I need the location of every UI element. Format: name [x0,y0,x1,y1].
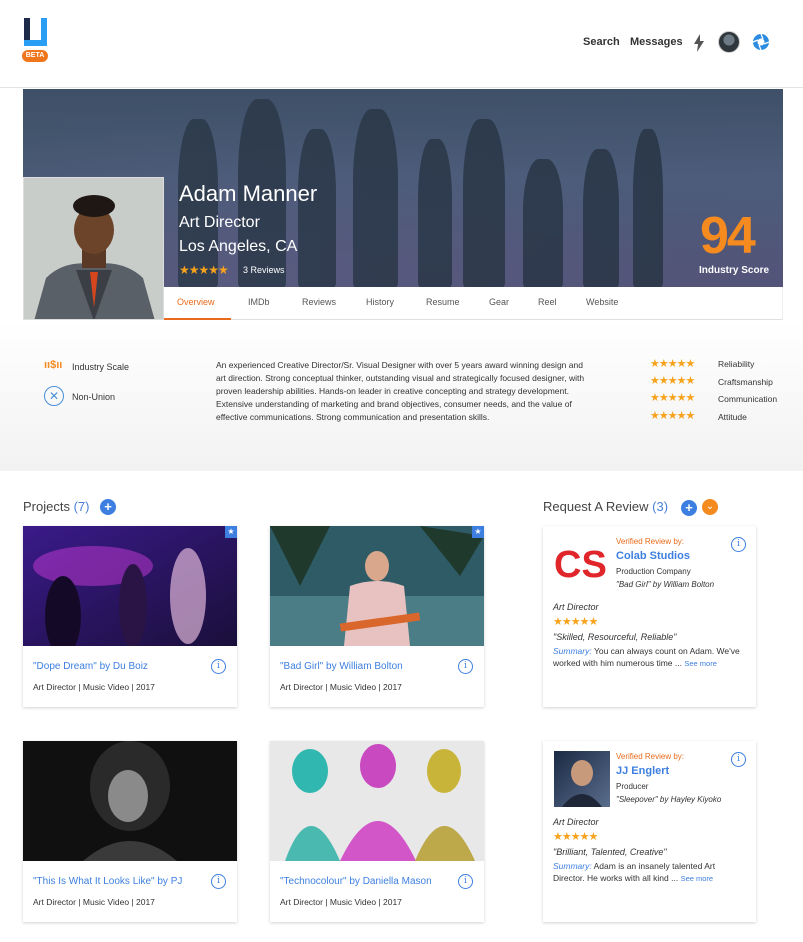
profile-tabs: Overview IMDb Reviews History Resume Gea… [164,287,783,320]
featured-star-icon: ★ [472,526,484,538]
request-review-heading-text: Request A Review [543,499,649,514]
reviewer-photo [554,751,610,807]
union-status-label: Non-Union [72,392,116,402]
reviewed-position: Art Director [553,817,599,827]
project-title-link[interactable]: "This Is What It Looks Like" by PJ [33,876,182,887]
reviewer-name-link[interactable]: JJ Englert [616,765,669,777]
review-summary: Summary: Adam is an insanely talented Ar… [553,860,748,885]
project-thumbnail[interactable]: ★ [270,526,484,646]
project-card[interactable]: "This Is What It Looks Like" by PJ Art D… [23,741,237,922]
profile-reviews-count[interactable]: 3 Reviews [243,265,285,275]
project-title-link[interactable]: "Technocolour" by Daniella Mason [280,876,432,887]
tab-website[interactable]: Website [586,297,618,307]
craftsmanship-label: Craftsmanship [718,377,773,387]
info-icon[interactable]: i [211,659,226,674]
add-review-button[interactable]: + [681,500,697,516]
colab-studios-logo: CS [554,544,606,583]
summary-label: Summary: [553,646,592,656]
project-thumbnail[interactable]: ★ [23,526,237,646]
nav-search-link[interactable]: Search [583,36,620,48]
communication-stars: ★★★★★ [650,392,695,404]
info-icon[interactable]: i [458,659,473,674]
request-review-heading: Request A Review (3) [543,499,668,514]
info-icon[interactable]: i [731,537,746,552]
reviewer-role: Production Company [616,567,691,576]
non-union-icon: ✕ [44,386,64,406]
svg-text:CS: CS [554,544,606,583]
add-project-button[interactable]: + [100,499,116,515]
review-summary: Summary: You can always count on Adam. W… [553,645,748,670]
review-quote: "Brilliant, Talented, Creative" [553,847,667,857]
industry-score-label: Industry Score [699,265,770,276]
see-more-link[interactable]: See more [681,874,714,883]
reviewer-name-link[interactable]: Colab Studios [616,550,690,562]
attitude-label: Attitude [718,412,747,422]
review-stars: ★★★★★ [553,831,598,843]
tab-resume[interactable]: Resume [426,297,460,307]
beta-badge: BETA [22,50,48,62]
info-icon[interactable]: i [731,752,746,767]
reviewed-project: "Bad Girl" by William Bolton [616,580,715,589]
summary-label: Summary: [553,861,592,871]
review-card: CS Verified Review by: Colab Studios Pro… [543,526,756,707]
attitude-stars: ★★★★★ [650,410,695,422]
industry-scale-label: Industry Scale [72,362,130,372]
user-avatar[interactable] [718,31,740,53]
tab-reel[interactable]: Reel [538,297,557,307]
project-meta: Art Director | Music Video | 2017 [33,897,155,907]
aperture-icon[interactable] [752,33,770,51]
review-stars: ★★★★★ [553,616,598,628]
info-icon[interactable]: i [458,874,473,889]
industry-scale-icon: ıı$ıı [44,359,63,371]
industry-score-value: 94 [700,207,756,265]
nav-messages-link[interactable]: Messages [630,36,683,48]
active-tab-indicator [164,318,231,320]
project-meta: Art Director | Music Video | 2017 [280,897,402,907]
project-title-link[interactable]: "Dope Dream" by Du Boiz [33,661,148,672]
app-logo[interactable]: BETA [22,18,48,62]
project-meta: Art Director | Music Video | 2017 [280,682,402,692]
tab-reviews[interactable]: Reviews [302,297,336,307]
top-navbar: BETA Search Messages [0,0,803,88]
craftsmanship-stars: ★★★★★ [650,375,695,387]
project-thumbnail[interactable] [270,741,484,861]
reviews-count: (3) [652,499,669,514]
project-card[interactable]: ★ "Bad Girl" by William Bolton Art Direc… [270,526,484,707]
tab-history[interactable]: History [366,297,394,307]
featured-star-icon: ★ [225,526,237,538]
profile-rating-stars: ★★★★★ [179,263,229,277]
project-meta: Art Director | Music Video | 2017 [33,682,155,692]
tab-imdb[interactable]: IMDb [248,297,270,307]
profile-name: Adam Manner [179,181,318,206]
info-icon[interactable]: i [211,874,226,889]
project-title-link[interactable]: "Bad Girl" by William Bolton [280,661,403,672]
verified-review-label: Verified Review by: [616,752,685,761]
profile-photo-illustration [24,178,163,319]
profile-title: Art Director [179,214,260,231]
review-quote: "Skilled, Resourceful, Reliable" [553,632,677,642]
profile-bio: An experienced Creative Director/Sr. Vis… [216,360,585,422]
tab-overview[interactable]: Overview [177,297,215,307]
reviewer-role: Producer [616,782,649,791]
reliability-stars: ★★★★★ [650,358,695,370]
reviewed-project: "Sleepover" by Hayley Kiyoko [616,795,722,804]
logo-bar-base [24,40,47,46]
chevron-down-icon[interactable]: ⌄ [702,499,718,515]
project-card[interactable]: ★ "Dope Dream" by Du Boiz Art Director |… [23,526,237,707]
verified-review-label: Verified Review by: [616,537,685,546]
lightning-bolt-icon[interactable] [693,34,705,52]
profile-photo [23,177,164,320]
projects-heading-text: Projects [23,499,70,514]
communication-label: Communication [718,394,778,404]
review-card: Verified Review by: JJ Englert Producer … [543,741,756,922]
reviewed-position: Art Director [553,602,599,612]
projects-count: (7) [73,499,90,514]
reliability-label: Reliability [718,359,755,369]
project-thumbnail[interactable] [23,741,237,861]
profile-location: Los Angeles, CA [179,238,298,255]
projects-heading: Projects (7) [23,499,89,514]
project-card[interactable]: "Technocolour" by Daniella Mason Art Dir… [270,741,484,922]
tab-gear[interactable]: Gear [489,297,509,307]
see-more-link[interactable]: See more [684,659,717,668]
